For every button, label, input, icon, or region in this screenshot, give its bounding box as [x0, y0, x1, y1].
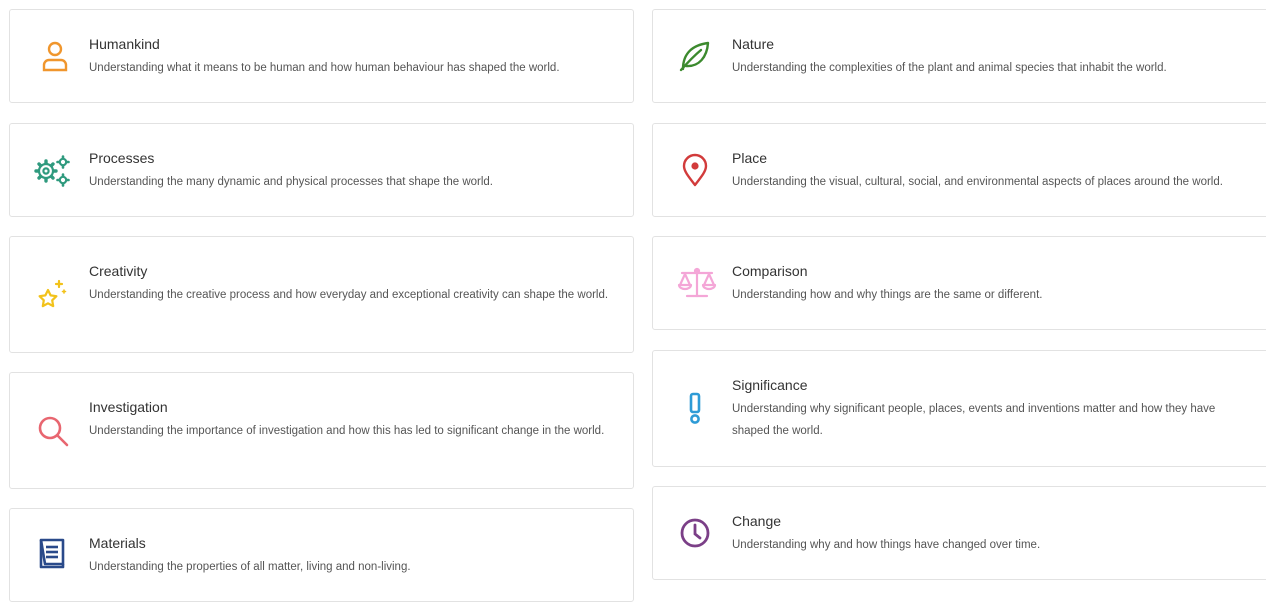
card-creativity[interactable]: Creativity Understanding the creative pr… — [9, 236, 634, 353]
card-materials[interactable]: Materials Understanding the properties o… — [9, 508, 634, 602]
card-title: Creativity — [89, 263, 148, 279]
card-title: Investigation — [89, 399, 168, 415]
card-processes[interactable]: Processes Understanding the many dynamic… — [9, 123, 634, 217]
magnifier-icon — [36, 414, 70, 448]
card-title: Humankind — [89, 36, 160, 52]
card-title: Nature — [732, 36, 775, 52]
card-humankind[interactable]: Humankind Understanding what it means to… — [9, 9, 634, 103]
card-title: Place — [732, 150, 768, 166]
card-comparison[interactable]: Comparison Understanding how and why thi… — [652, 236, 1266, 330]
card-title: Materials — [89, 535, 146, 551]
card-title: Processes — [89, 150, 155, 166]
card-description: Understanding the properties of all matt… — [89, 561, 411, 573]
card-place[interactable]: Place Understanding the visual, cultural… — [652, 123, 1266, 217]
card-description: Understanding the complexities of the pl… — [732, 62, 1167, 74]
exclamation-icon — [678, 391, 712, 425]
clock-icon — [678, 516, 712, 550]
card-investigation[interactable]: Investigation Understanding the importan… — [9, 372, 634, 489]
card-nature[interactable]: Nature Understanding the complexities of… — [652, 9, 1266, 103]
person-icon — [38, 39, 72, 73]
card-title: Change — [732, 513, 782, 529]
map-pin-icon — [678, 153, 712, 187]
sparkle-star-icon — [35, 279, 69, 313]
book-icon — [36, 537, 70, 571]
leaf-icon — [677, 39, 711, 73]
gears-icon — [32, 154, 72, 188]
card-title: Comparison — [732, 263, 808, 279]
card-description: Understanding why significant people, pl… — [732, 403, 1216, 437]
card-description: Understanding the many dynamic and physi… — [89, 176, 494, 188]
card-description: Understanding what it means to be human … — [89, 62, 560, 74]
card-description: Understanding why and how things have ch… — [732, 539, 1041, 551]
card-description: Understanding the creative process and h… — [89, 289, 609, 301]
card-description: Understanding the importance of investig… — [89, 425, 605, 437]
card-description: Understanding the visual, cultural, soci… — [732, 176, 1223, 188]
card-significance[interactable]: Significance Understanding why significa… — [652, 350, 1266, 467]
scales-icon — [677, 266, 717, 300]
card-change[interactable]: Change Understanding why and how things … — [652, 486, 1266, 580]
card-title: Significance — [732, 377, 808, 393]
card-description: Understanding how and why things are the… — [732, 289, 1043, 301]
